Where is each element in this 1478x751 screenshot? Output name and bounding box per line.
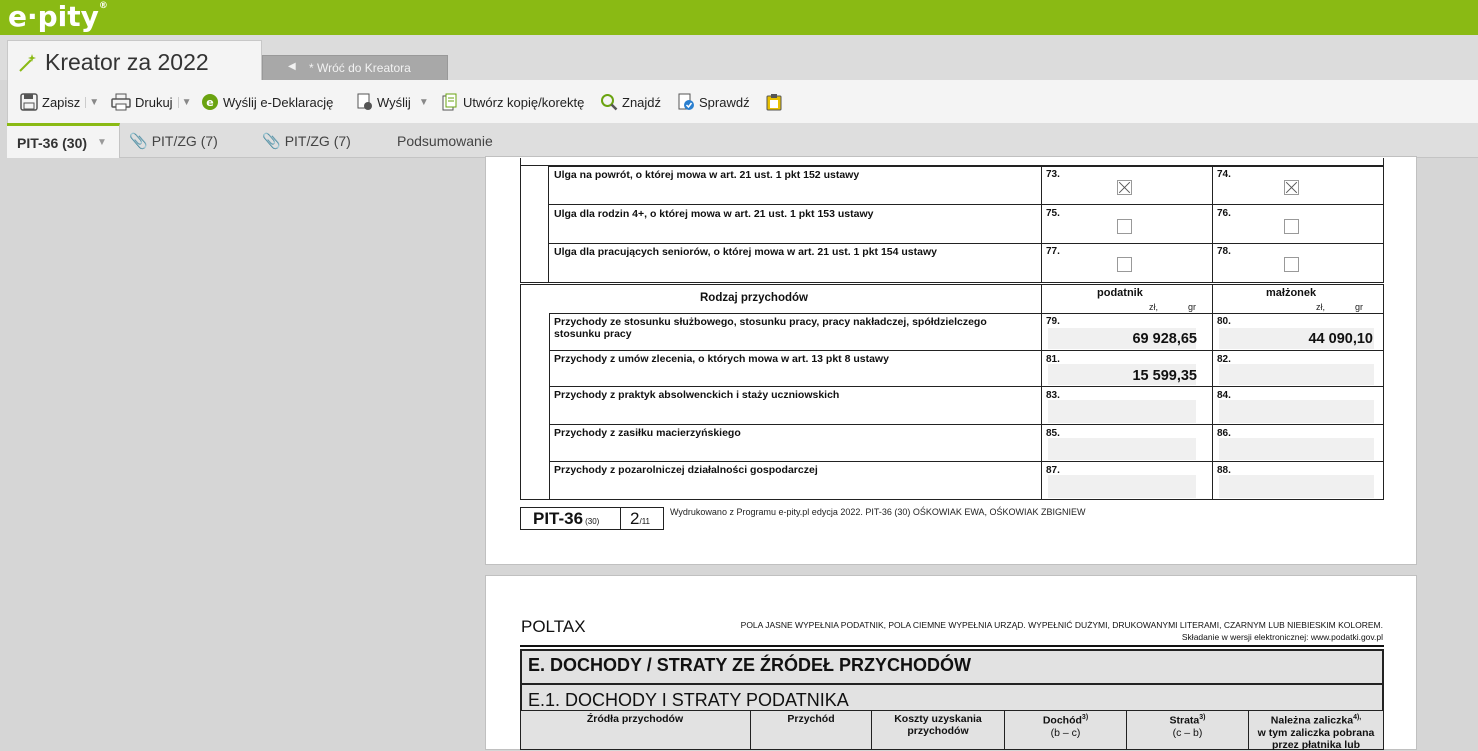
field-number: 78. [1217,246,1231,257]
send-dropdown-caret[interactable]: ▼ [416,97,429,108]
electronic-filing-note: Składanie w wersji elektronicznej: www.p… [1181,632,1383,642]
income-taxpayer-input[interactable] [1048,400,1196,423]
paperclip-icon: 📎 [262,132,281,150]
unit-zl: zł, [1316,302,1325,312]
col-header-revenue: Przychód [787,713,835,725]
col-spouse-label: małżonek [1266,287,1317,299]
clipboard-button[interactable] [765,92,787,112]
income-label: Przychody z pozarolniczej działalności g… [554,464,818,476]
tab-wizard-title: Kreator za 2022 [45,49,209,75]
form-tab-pitzg-2[interactable]: 📎 PIT/ZG (7) [262,123,351,158]
income-label: Przychody z umów zlecenia, o których mow… [554,353,889,365]
copy-document-icon [442,93,457,111]
check-button[interactable]: Sprawdź [677,92,750,112]
magic-wand-icon [19,54,36,72]
field-number: 76. [1217,208,1231,219]
fill-instructions: POLA JASNE WYPEŁNIA PODATNIK, POLA CIEMN… [740,620,1383,630]
svg-text:e: e [206,96,213,109]
print-button[interactable]: Drukuj ▼ [111,92,191,112]
send-edeclaration-button[interactable]: e Wyślij e-Deklarację [201,92,333,112]
relief-label: Ulga na powrót, o której mowa w art. 21 … [554,169,860,181]
field-number: 77. [1046,246,1060,257]
create-copy-button[interactable]: Utwórz kopię/korektę [441,92,584,112]
field-number: 74. [1217,169,1231,180]
back-arrow-icon: ◀ [288,61,296,72]
col-header-sources: Źródła przychodów [586,713,684,725]
relief-checkbox-taxpayer[interactable] [1117,257,1132,272]
income-spouse-input[interactable] [1219,438,1374,460]
income-taxpayer-input[interactable] [1048,438,1196,460]
top-bar: e·pity® [0,0,1478,35]
unit-gr: gr [1188,302,1197,312]
income-taxpayer-value: 15 599,35 [1132,368,1197,384]
income-label: Przychody z zasiłku macierzyńskiego [554,427,741,439]
col-header-advance: Należna zaliczka4), w tym zaliczka pobran… [1257,714,1375,751]
send-document-icon [357,93,372,110]
save-button[interactable]: Zapisz ▼ [20,92,99,112]
field-number: 79. [1046,316,1060,327]
unit-gr: gr [1355,302,1364,312]
income-spouse-value: 44 090,10 [1308,331,1373,347]
chevron-down-icon[interactable]: ▼ [97,137,107,148]
relief-checkbox-taxpayer[interactable] [1117,219,1132,234]
form-tab-summary[interactable]: Podsumowanie [397,123,493,158]
relief-label: Ulga dla rodzin 4+, o której mowa w art.… [554,208,874,220]
section-e-title: E. DOCHODY / STRATY ZE ŹRÓDEŁ PRZYCHODÓW [528,655,972,675]
col-header-loss: Strata3) (c – b) [1169,714,1206,739]
income-spouse-input[interactable] [1219,364,1374,385]
form-tabs: PIT-36 (30) ▼ 📎 PIT/ZG (7) 📎 PIT/ZG (7) Pod… [7,123,1478,159]
send-button[interactable]: Wyślij ▼ [355,92,429,112]
check-document-icon [678,93,694,110]
paperclip-icon: 📎 [129,132,148,150]
unit-zl: zł, [1149,302,1158,312]
back-to-wizard-tab[interactable]: ◀ * Wróć do Kreatora [262,55,448,80]
print-dropdown-caret[interactable]: ▼ [177,96,191,108]
relief-side-column [520,166,549,283]
form-tab-pit36[interactable]: PIT-36 (30) ▼ [7,123,120,159]
field-number: 73. [1046,169,1060,180]
col-taxpayer-label: podatnik [1097,287,1143,299]
relief-checkbox-spouse[interactable] [1284,180,1299,195]
clipboard-icon [766,94,782,111]
header-rule [520,645,1384,647]
footer-print-note: Wydrukowano z Programu e-pity.pl edycja … [670,507,1086,517]
save-dropdown-caret[interactable]: ▼ [85,96,99,108]
poltax-label: POLTAX [521,617,586,636]
income-spouse-input[interactable] [1219,400,1374,423]
col-header-income: Dochód3) (b – c) [1042,714,1089,739]
income-spouse-input[interactable] [1219,475,1374,498]
relief-checkbox-spouse[interactable] [1284,257,1299,272]
income-header: Rodzaj przychodów [700,292,808,304]
field-number: 75. [1046,208,1060,219]
app-logo: e·pity® [8,0,108,33]
income-taxpayer-value: 69 928,65 [1132,331,1197,347]
footer-form-name: PIT-36 (30) [533,509,600,528]
printer-icon [111,93,131,111]
tab-wizard[interactable]: Kreator za 2022 [7,40,262,81]
search-icon [601,94,618,111]
form-tab-pitzg-1[interactable]: 📎 PIT/ZG (7) [129,123,218,158]
floppy-icon [20,93,38,111]
find-button[interactable]: Znajdź [600,92,661,112]
col-header-costs: Koszty uzyskania przychodów [894,713,982,737]
relief-label: Ulga dla pracujących seniorów, o której … [554,246,937,258]
income-label: Przychody ze stosunku służbowego, stosun… [554,316,987,340]
income-label: Przychody z praktyk absolwenckich i staż… [554,389,840,401]
toolbar: Zapisz ▼ Drukuj ▼ e Wyślij e-Deklarację Wy… [7,80,1478,123]
income-taxpayer-input[interactable] [1048,475,1196,498]
relief-checkbox-spouse[interactable] [1284,219,1299,234]
section-e1-title: E.1. DOCHODY I STRATY PODATNIKA [528,690,849,710]
table-top-rule [520,158,1384,166]
e-declaration-icon: e [202,94,218,110]
relief-checkbox-taxpayer[interactable] [1117,180,1132,195]
footer-page-number: 2/11 [630,509,650,528]
field-number: 80. [1217,316,1231,327]
